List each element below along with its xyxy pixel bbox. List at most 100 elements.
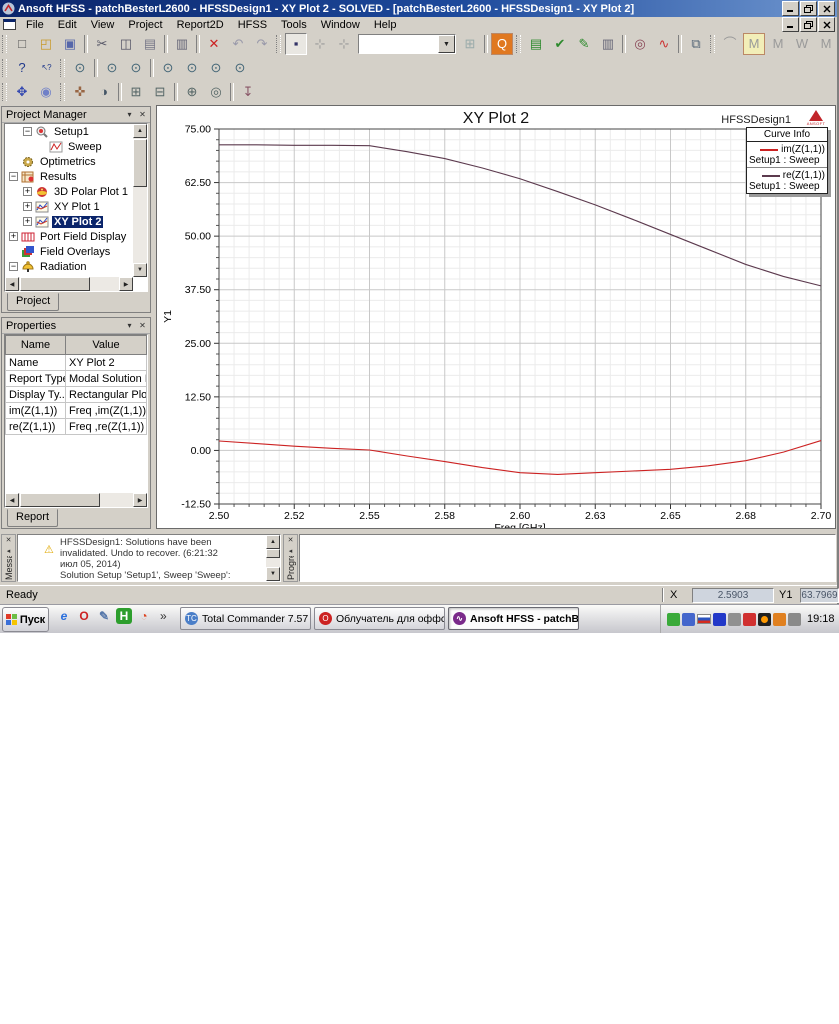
redo-icon[interactable]: ↷ [251, 33, 273, 55]
wave-trace-1-icon[interactable]: ⌒ [719, 33, 741, 55]
toolbar-grip[interactable] [2, 35, 7, 53]
scroll-left-icon[interactable]: ◀ [5, 493, 19, 507]
active-view-icon[interactable]: ▪ [285, 33, 307, 55]
tree-item-sweep[interactable]: Sweep [5, 139, 133, 154]
scroll-down-icon[interactable]: ▼ [266, 567, 280, 581]
tree-item-results[interactable]: −Results [5, 169, 133, 184]
property-value[interactable]: Freq ,im(Z(1,1)) [66, 403, 147, 419]
edit-sources-icon[interactable]: ⊹ [333, 33, 355, 55]
create-report-icon[interactable]: ∿ [653, 33, 675, 55]
toolbar-grip[interactable] [2, 59, 7, 77]
combobox-value[interactable] [359, 35, 438, 53]
quick-launch-opera-icon[interactable]: O [76, 608, 92, 624]
hide-all-icon[interactable]: ⊙ [181, 57, 203, 79]
scroll-thumb[interactable] [20, 493, 100, 507]
combobox-dropdown-icon[interactable]: ▼ [438, 35, 455, 53]
tray-icon-display[interactable] [682, 613, 695, 626]
task-button-ansoft-hfss-patchb[interactable]: ∿Ansoft HFSS - patchB... [448, 607, 579, 630]
toolbar-grip[interactable] [276, 35, 281, 53]
scroll-left-icon[interactable]: ◀ [5, 277, 19, 291]
column-header-value[interactable]: Value [66, 336, 147, 355]
tree-item-setup1[interactable]: −Setup1 [5, 124, 133, 139]
window-minimize-button[interactable] [782, 1, 799, 16]
show-variables-icon[interactable]: ⊹ [309, 33, 331, 55]
property-row-im-z-1-1[interactable]: im(Z(1,1))Freq ,im(Z(1,1)) [6, 403, 147, 419]
project-tree-horizontal-scrollbar[interactable]: ◀ ▶ [5, 277, 133, 291]
show-model-icon[interactable]: ⊙ [205, 57, 227, 79]
new-project-icon[interactable]: □ [11, 33, 33, 55]
property-value[interactable]: Rectangular Plot [66, 387, 147, 403]
tray-icon-update[interactable] [773, 613, 786, 626]
menu-hfss[interactable]: HFSS [231, 18, 274, 32]
save-icon[interactable]: ▣ [59, 33, 81, 55]
task-button-total-commander-7-57[interactable]: TCTotal Commander 7.57 - ... [180, 607, 311, 630]
expand-box-icon[interactable]: + [23, 217, 32, 226]
edit-notes-icon[interactable]: ✎ [573, 33, 595, 55]
panel-collapse-icon[interactable]: ▾ [124, 320, 135, 331]
property-value[interactable]: Modal Solution D... [66, 371, 147, 387]
quick-launch-h-app-icon[interactable]: H [116, 608, 132, 624]
property-row-name[interactable]: NameXY Plot 2 [6, 355, 147, 371]
progress-close-icon[interactable]: ✕ [285, 536, 296, 546]
panel-close-icon[interactable]: ✕ [137, 109, 148, 120]
quick-launch-pen-app-icon[interactable]: ✎ [96, 608, 112, 624]
start-button[interactable]: Пуск [2, 607, 49, 632]
toolbar-grip[interactable] [2, 83, 7, 101]
analyze-all-icon[interactable]: ✔ [549, 33, 571, 55]
message-tab-label[interactable]: Message [4, 556, 14, 580]
tree-item-radiation[interactable]: −Radiation [5, 259, 133, 274]
fit-all-contents-icon[interactable]: ↧ [237, 81, 259, 103]
toolbar-grip[interactable] [60, 83, 65, 101]
wave-trace-2-icon[interactable]: M [743, 33, 765, 55]
menu-edit[interactable]: Edit [51, 18, 84, 32]
open-project-icon[interactable]: ◰ [35, 33, 57, 55]
help-topics-icon[interactable]: ? [11, 57, 33, 79]
toolbar-grip[interactable] [60, 59, 65, 77]
print-icon[interactable]: ▥ [171, 33, 193, 55]
panel-close-icon[interactable]: ✕ [137, 320, 148, 331]
toolbar-grip[interactable] [516, 35, 521, 53]
zoom-in-window-icon[interactable]: ⊞ [125, 81, 147, 103]
property-row-re-z-1-1[interactable]: re(Z(1,1))Freq ,re(Z(1,1)) [6, 419, 147, 435]
view-visibility-icon[interactable]: ⊙ [69, 57, 91, 79]
menu-help[interactable]: Help [367, 18, 404, 32]
collapse-box-icon[interactable]: − [9, 262, 18, 271]
cut-icon[interactable]: ✂ [91, 33, 113, 55]
mdi-document-icon[interactable] [3, 19, 16, 30]
scroll-down-icon[interactable]: ▼ [133, 263, 147, 277]
hide-selection-icon[interactable]: ⊙ [125, 57, 147, 79]
tray-icon-camera[interactable] [788, 613, 801, 626]
context-help-icon[interactable]: ↖? [35, 57, 57, 79]
tree-item-port-field-display[interactable]: +Port Field Display [5, 229, 133, 244]
property-value[interactable]: XY Plot 2 [66, 355, 147, 371]
tab-project[interactable]: Project [7, 293, 59, 311]
scroll-right-icon[interactable]: ▶ [119, 277, 133, 291]
tray-icon-volume[interactable] [758, 613, 771, 626]
toolbar-grip[interactable] [710, 35, 715, 53]
tray-icon-scheduler[interactable] [728, 613, 741, 626]
collapse-box-icon[interactable]: − [23, 127, 32, 136]
optimetrics-analysis-icon[interactable]: ◎ [629, 33, 651, 55]
quick-launch-internet-explorer-icon[interactable]: e [56, 608, 72, 624]
scroll-thumb[interactable] [20, 277, 90, 291]
pan-icon[interactable]: ✜ [69, 81, 91, 103]
window-restore-button[interactable] [800, 1, 817, 16]
q-solver-icon[interactable]: Q [491, 33, 513, 55]
property-row-report-type[interactable]: Report TypeModal Solution D... [6, 371, 147, 387]
wave-trace-3-icon[interactable]: M [767, 33, 789, 55]
tray-flag-russia[interactable] [697, 614, 711, 624]
panel-collapse-icon[interactable]: ▾ [124, 109, 135, 120]
property-value[interactable]: Freq ,re(Z(1,1)) [66, 419, 147, 435]
expand-box-icon[interactable]: + [23, 187, 32, 196]
undo-icon[interactable]: ↶ [227, 33, 249, 55]
wave-trace-5-icon[interactable]: M [815, 33, 837, 55]
expand-box-icon[interactable]: + [23, 202, 32, 211]
column-header-name[interactable]: Name [6, 336, 66, 355]
tree-item-3d-polar-plot-1[interactable]: +3D Polar Plot 1 [5, 184, 133, 199]
curve-info-legend[interactable]: Curve Info im(Z(1,1))Setup1 : Sweepre(Z(… [746, 127, 828, 194]
hide-model-icon[interactable]: ⊙ [229, 57, 251, 79]
collapse-box-icon[interactable]: − [9, 172, 18, 181]
copy-icon[interactable]: ◫ [115, 33, 137, 55]
message-close-icon[interactable]: ✕ [3, 536, 14, 546]
add-trace-icon[interactable]: ⊞ [459, 33, 481, 55]
